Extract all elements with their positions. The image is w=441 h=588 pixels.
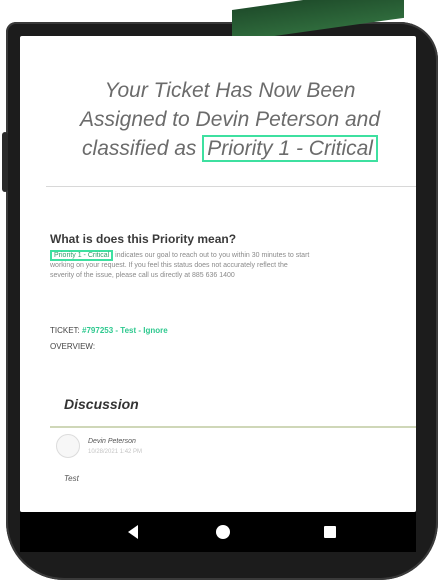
description-line-2: working on your request. If you feel thi… (50, 262, 288, 269)
title-line-3: classified as Priority 1 - Critical (44, 134, 416, 163)
avatar (56, 434, 80, 458)
priority-description: Priority 1 - Critical indicates our goal… (50, 250, 416, 281)
discussion-divider (50, 426, 416, 428)
description-text-1: indicates our goal to reach out to you w… (113, 252, 310, 259)
ticket-info: TICKET: #797253 - Test - Ignore (50, 326, 168, 335)
title-line-3-prefix: classified as (82, 137, 203, 160)
discussion-title: Discussion (64, 396, 139, 412)
title-line-1: Your Ticket Has Now Been (104, 79, 356, 102)
ticket-label: TICKET: (50, 326, 83, 335)
ticket-link[interactable]: #797253 - Test - Ignore (82, 326, 168, 335)
page-title: Your Ticket Has Now Been Assigned to Dev… (44, 76, 416, 163)
priority-highlight: Priority 1 - Critical (202, 135, 378, 162)
recent-apps-icon[interactable] (324, 526, 336, 538)
overview-label: OVERVIEW: (50, 342, 96, 351)
description-line-3: severity of the issue, please call us di… (50, 272, 235, 279)
priority-tag: Priority 1 - Critical (50, 250, 114, 261)
comment-timestamp: 10/28/2021 1:42 PM (88, 449, 143, 455)
priority-question: What is does this Priority mean? (50, 232, 237, 246)
title-line-2: Assigned to Devin Peterson and (79, 108, 381, 131)
phone-screen: Your Ticket Has Now Been Assigned to Dev… (20, 36, 416, 512)
phone-side-button (2, 132, 8, 192)
android-nav-bar (20, 512, 416, 552)
divider (46, 186, 416, 187)
comment-text: Test (64, 474, 79, 483)
description-line-1: Priority 1 - Critical indicates our goal… (50, 250, 416, 261)
comment-author: Devin Peterson (88, 438, 136, 445)
home-icon[interactable] (216, 525, 230, 539)
back-icon[interactable] (128, 525, 138, 539)
